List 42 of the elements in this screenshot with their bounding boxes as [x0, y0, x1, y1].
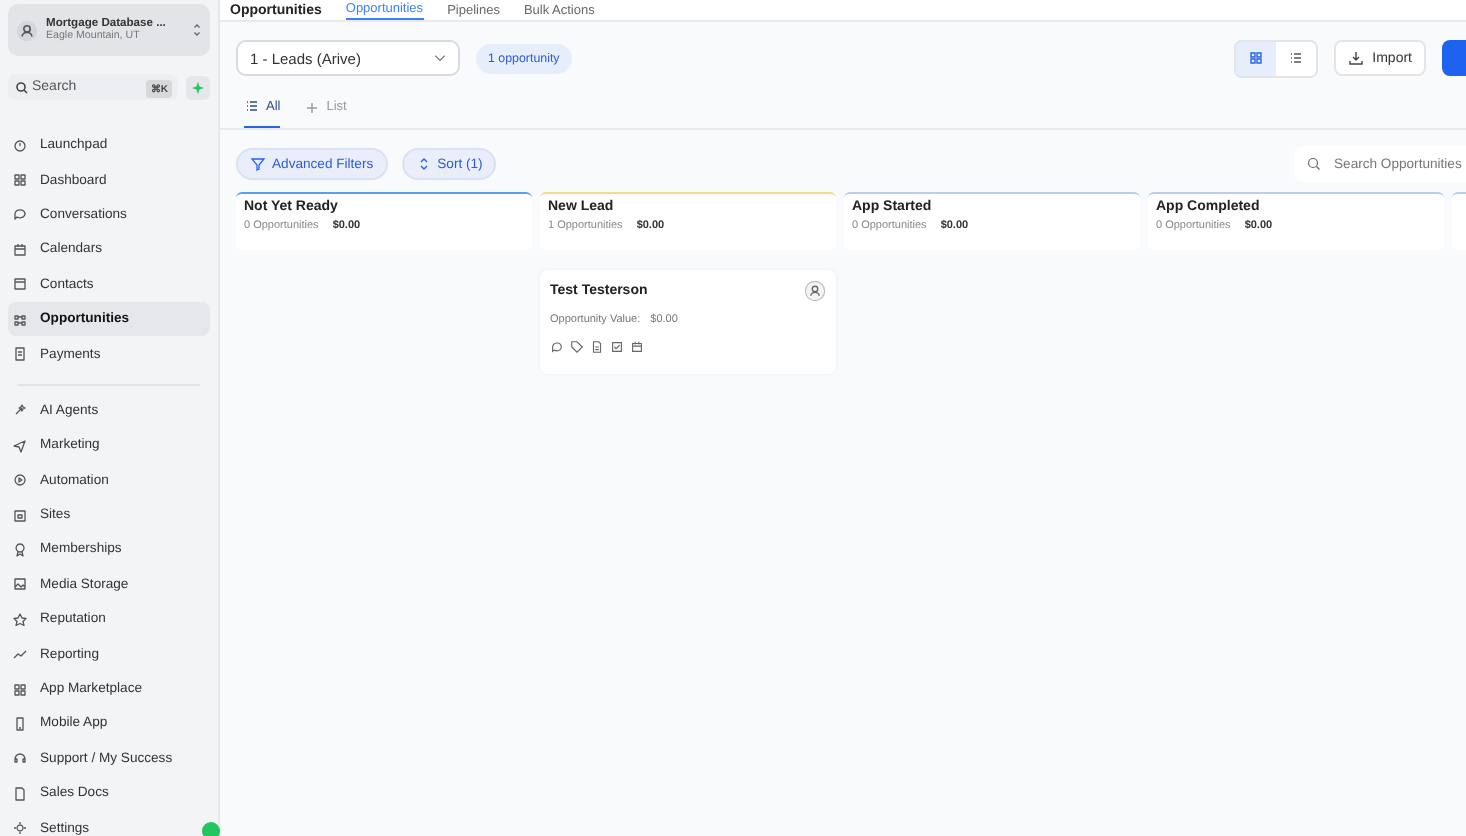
menu-icon: [12, 576, 28, 593]
board-view-button[interactable]: [1236, 41, 1277, 75]
plus-icon: [304, 99, 321, 115]
menu-icon: [12, 541, 28, 558]
calendar-icon[interactable]: [630, 340, 644, 354]
menu-icon: [12, 785, 28, 802]
document-icon[interactable]: [590, 340, 604, 354]
menu-icon: [12, 715, 28, 732]
download-icon: [1348, 50, 1365, 66]
menu-icon: [12, 206, 28, 223]
chat-icon[interactable]: [550, 340, 564, 354]
sort-icon: [415, 156, 432, 172]
menu-icon: [12, 172, 28, 189]
menu-icon: [12, 646, 28, 663]
user-icon: [804, 280, 826, 302]
tag-icon[interactable]: [570, 340, 584, 354]
menu-icon: [12, 137, 28, 154]
menu-icon: [12, 611, 28, 628]
chevron-icon: [434, 54, 446, 62]
search-icon: [14, 79, 30, 95]
menu-icon: [12, 311, 28, 328]
chevron-icon: [192, 22, 202, 38]
notification-dot: [202, 822, 220, 836]
menu-icon: [12, 681, 28, 698]
menu-icon: [12, 346, 28, 363]
grid-icon: [1248, 50, 1265, 66]
menu-icon: [12, 472, 28, 489]
list-icon: [244, 98, 260, 114]
menu-icon: [12, 820, 28, 836]
filter-icon: [250, 156, 266, 172]
menu-icon: [12, 241, 28, 258]
user-icon: [16, 19, 38, 41]
sparkle-icon: [192, 81, 204, 93]
checkbox-icon[interactable]: [610, 340, 624, 354]
search-icon: [1306, 156, 1322, 172]
menu-icon: [12, 437, 28, 454]
menu-icon: [12, 750, 28, 767]
menu-icon: [12, 402, 28, 419]
list-icon: [1288, 50, 1305, 66]
menu-icon: [12, 276, 28, 293]
menu-icon: [12, 507, 28, 524]
add-button[interactable]: [1442, 40, 1466, 76]
